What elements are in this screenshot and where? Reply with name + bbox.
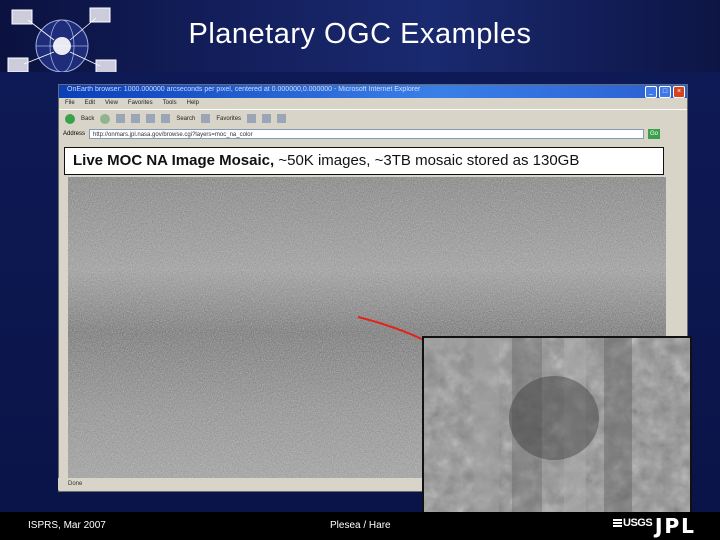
browser-toolbar: Back Search Favorites	[59, 109, 687, 127]
caption-detail: ~50K images, ~3TB mosaic stored as 130GB	[274, 152, 580, 169]
status-text: Done	[68, 481, 83, 487]
back-arrow-icon[interactable]	[65, 113, 75, 124]
forward-arrow-icon[interactable]	[100, 113, 111, 124]
zoomed-mosaic-inset[interactable]	[422, 336, 692, 520]
print-icon[interactable]	[277, 114, 287, 123]
refresh-icon[interactable]	[131, 114, 141, 123]
menu-file[interactable]: File	[65, 98, 75, 109]
go-button[interactable]: Go	[648, 129, 661, 139]
menu-help[interactable]: Help	[187, 98, 199, 109]
back-button[interactable]: Back	[81, 116, 94, 122]
browser-statusbar: Done	[58, 478, 428, 490]
favorites-button[interactable]: Favorites	[216, 116, 241, 122]
stop-icon[interactable]	[116, 114, 126, 123]
browser-titlebar[interactable]: OnEarth browser: 1000.000000 arcseconds …	[59, 85, 687, 98]
slide-footer: ISPRS, Mar 2007 Plesea / Hare USGS JPL	[0, 512, 720, 540]
close-button[interactable]: ×	[673, 86, 685, 98]
browser-menubar: File Edit View Favorites Tools Help	[59, 98, 693, 109]
browser-window-title: OnEarth browser: 1000.000000 arcseconds …	[67, 86, 421, 93]
menu-favorites[interactable]: Favorites	[128, 98, 153, 109]
search-button[interactable]: Search	[176, 116, 195, 122]
mail-icon[interactable]	[262, 114, 272, 123]
menu-edit[interactable]: Edit	[85, 98, 95, 109]
title-banner: Planetary OGC Examples	[0, 0, 720, 75]
media-icon[interactable]	[247, 114, 257, 123]
jpl-logo: JPL	[655, 514, 696, 538]
address-label: Address	[63, 131, 86, 137]
address-bar: Address http://onmars.jpl.nasa.gov/brows…	[59, 127, 687, 141]
caption-bold: Live MOC NA Image Mosaic,	[73, 152, 275, 169]
footer-authors: Plesea / Hare	[330, 520, 391, 531]
usgs-logo: USGS	[613, 517, 653, 529]
menu-view[interactable]: View	[105, 98, 118, 109]
star-icon[interactable]	[201, 114, 211, 123]
maximize-button[interactable]: □	[659, 86, 671, 98]
menu-tools[interactable]: Tools	[163, 98, 177, 109]
home-icon[interactable]	[146, 114, 156, 123]
slide-caption: Live MOC NA Image Mosaic, ~50K images, ~…	[64, 147, 664, 175]
slide-title: Planetary OGC Examples	[188, 18, 532, 50]
address-input[interactable]: http://onmars.jpl.nasa.gov/browse.cgi?la…	[89, 129, 645, 139]
search-icon[interactable]	[161, 114, 171, 123]
footer-event: ISPRS, Mar 2007	[28, 520, 106, 531]
minimize-button[interactable]: _	[645, 86, 657, 98]
